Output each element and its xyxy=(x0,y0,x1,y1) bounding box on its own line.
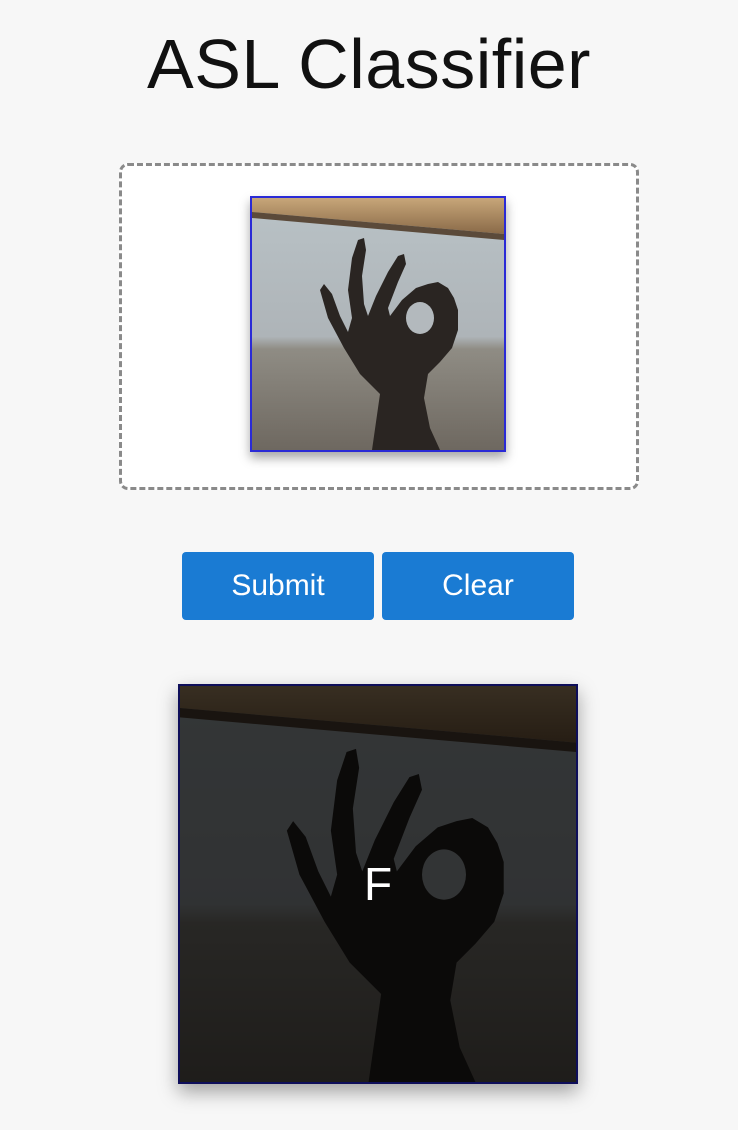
prediction-label: F xyxy=(363,858,393,910)
prediction-result: F xyxy=(178,684,578,1084)
page-title: ASL Classifier xyxy=(147,25,591,103)
submit-button[interactable]: Submit xyxy=(182,552,374,620)
uploaded-image-preview xyxy=(250,196,506,452)
hand-sign-photo xyxy=(252,198,504,450)
clear-button[interactable]: Clear xyxy=(382,552,574,620)
